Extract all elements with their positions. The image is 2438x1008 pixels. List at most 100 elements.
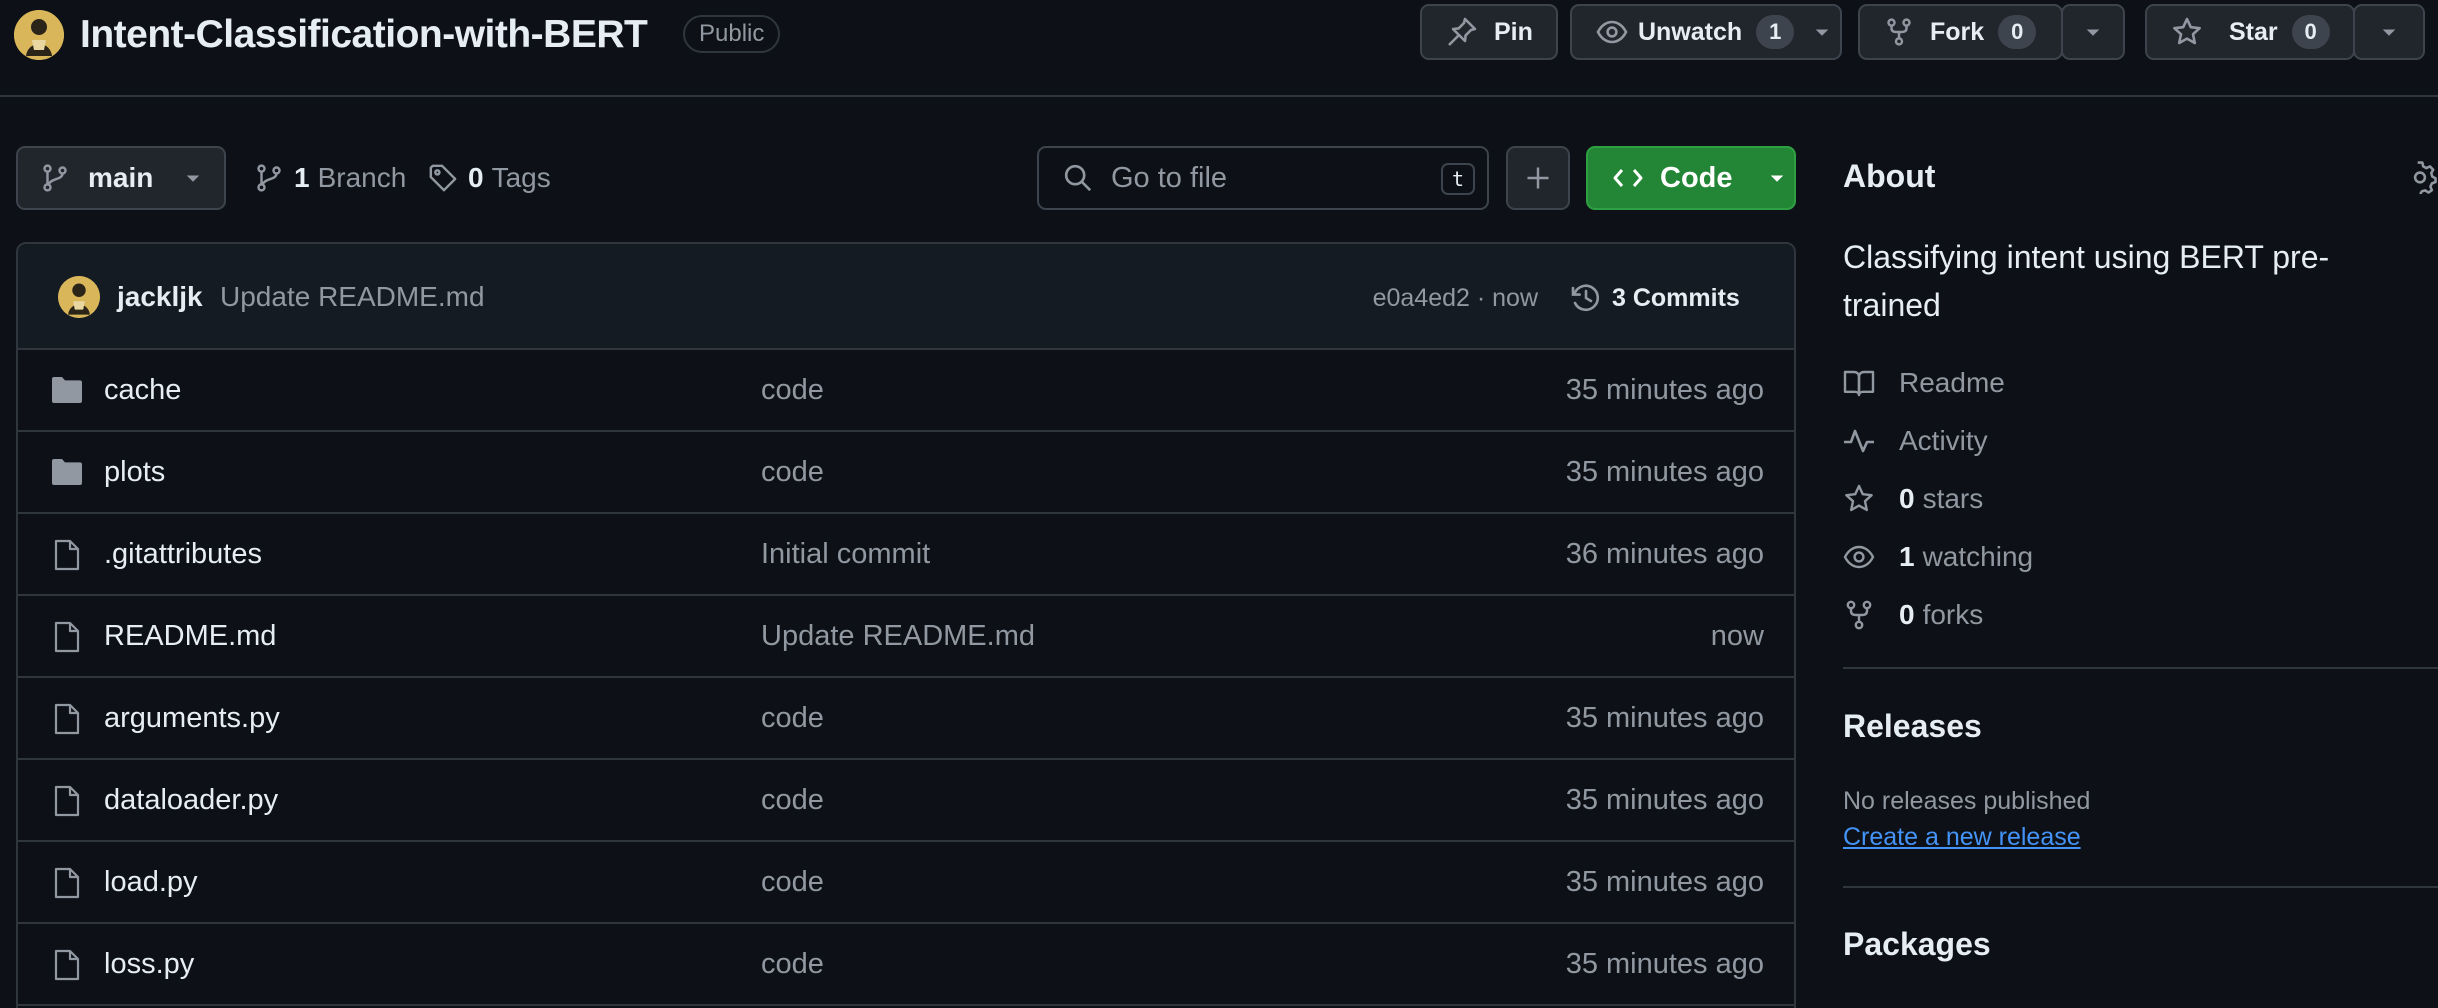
- pin-label: Pin: [1494, 17, 1533, 46]
- code-label: Code: [1660, 161, 1733, 194]
- tag-icon: [428, 163, 458, 193]
- file-name[interactable]: cache: [104, 370, 181, 410]
- add-file-button[interactable]: [1506, 146, 1570, 210]
- code-icon: [1612, 162, 1644, 194]
- star-icon: [2147, 6, 2203, 58]
- code-button[interactable]: Code: [1586, 146, 1796, 210]
- stars-label: stars: [1922, 483, 1984, 514]
- file-row-cache[interactable]: cache code 35 minutes ago: [18, 350, 1794, 432]
- file-row-arguments[interactable]: arguments.py code 35 minutes ago: [18, 678, 1794, 760]
- gear-icon[interactable]: [2403, 160, 2437, 194]
- commit-author[interactable]: jackljk: [117, 278, 203, 316]
- star-options-button[interactable]: [2353, 4, 2425, 60]
- chevron-down-icon: [2379, 22, 2399, 42]
- file-commit-message[interactable]: Initial commit: [761, 534, 930, 574]
- file-row-load[interactable]: load.py code 35 minutes ago: [18, 842, 1794, 924]
- star-icon: [1843, 483, 1877, 515]
- file-name[interactable]: plots: [104, 452, 165, 492]
- fork-icon: [1843, 599, 1877, 631]
- file-icon: [54, 539, 80, 571]
- file-icon: [54, 785, 80, 817]
- eye-icon: [1843, 541, 1877, 573]
- sidebar-divider: [1843, 667, 2438, 669]
- go-to-file-input[interactable]: Go to file t: [1037, 146, 1489, 210]
- pin-icon: [1422, 6, 1478, 58]
- file-commit-message[interactable]: code: [761, 452, 824, 492]
- chevron-down-icon: [2083, 22, 2103, 42]
- author-avatar[interactable]: [58, 276, 100, 318]
- file-name[interactable]: README.md: [104, 616, 276, 656]
- file-name[interactable]: arguments.py: [104, 698, 280, 738]
- watching-label: watching: [1922, 541, 2034, 572]
- file-row-gitattributes[interactable]: .gitattributes Initial commit 36 minutes…: [18, 514, 1794, 596]
- packages-heading[interactable]: Packages: [1843, 922, 1991, 966]
- folder-icon: [50, 457, 84, 487]
- forks-count: 0: [1899, 599, 1915, 630]
- repo-header: Intent-Classification-with-BERT Public P…: [0, 0, 2438, 97]
- file-updated-time: 35 minutes ago: [1565, 784, 1764, 816]
- file-row-dataloader[interactable]: dataloader.py code 35 minutes ago: [18, 760, 1794, 842]
- branches-link[interactable]: 1 Branch: [254, 155, 406, 201]
- tags-link[interactable]: 0 Tags: [428, 155, 551, 201]
- star-label: Star: [2229, 17, 2278, 46]
- chevron-down-icon: [183, 168, 203, 188]
- keyboard-shortcut-hint: t: [1441, 163, 1475, 195]
- file-name[interactable]: .gitattributes: [104, 534, 262, 574]
- commit-message[interactable]: Update README.md: [220, 278, 485, 316]
- file-row-loss[interactable]: loss.py code 35 minutes ago: [18, 924, 1794, 1006]
- tag-count: 0: [468, 162, 484, 193]
- star-button[interactable]: Star 0: [2145, 4, 2355, 60]
- commits-count: 3 Commits: [1612, 283, 1740, 312]
- commit-hash-time[interactable]: e0a4ed2 · now: [1373, 280, 1538, 316]
- branch-count-label: Branch: [317, 162, 407, 193]
- branch-selector[interactable]: main: [16, 146, 226, 210]
- fork-button-group: Fork 0: [1858, 4, 2063, 60]
- watch-label: Unwatch: [1638, 17, 1743, 46]
- file-updated-time: 35 minutes ago: [1565, 702, 1764, 734]
- plus-icon: [1524, 164, 1552, 192]
- no-releases-text: No releases published: [1843, 787, 2091, 815]
- create-release-link[interactable]: Create a new release: [1843, 820, 2081, 854]
- file-name[interactable]: dataloader.py: [104, 780, 278, 820]
- visibility-badge: Public: [683, 15, 781, 53]
- file-commit-message[interactable]: code: [761, 780, 824, 820]
- branch-count: 1: [294, 162, 310, 193]
- stars-count: 0: [1899, 483, 1915, 514]
- repo-name[interactable]: Intent-Classification-with-BERT: [80, 10, 648, 60]
- activity-link[interactable]: Activity: [1843, 421, 1988, 461]
- file-commit-message[interactable]: code: [761, 862, 824, 902]
- file-icon: [54, 949, 80, 981]
- readme-label: Readme: [1899, 367, 2005, 398]
- forks-link[interactable]: 0 forks: [1843, 595, 1983, 635]
- file-row-readme[interactable]: README.md Update README.md now: [18, 596, 1794, 678]
- about-heading: About: [1843, 158, 1936, 194]
- releases-heading[interactable]: Releases: [1843, 704, 1982, 748]
- fork-button[interactable]: Fork 0: [1860, 6, 2061, 58]
- watching-count: 1: [1899, 541, 1915, 572]
- forks-label: forks: [1922, 599, 1984, 630]
- file-commit-message[interactable]: code: [761, 370, 824, 410]
- file-commit-message[interactable]: Update README.md: [761, 616, 1035, 656]
- file-row-plots[interactable]: plots code 35 minutes ago: [18, 432, 1794, 514]
- file-name[interactable]: loss.py: [104, 944, 194, 984]
- file-updated-time: 35 minutes ago: [1565, 866, 1764, 898]
- watch-button[interactable]: Unwatch 1: [1570, 4, 1842, 60]
- file-updated-time: now: [1710, 620, 1764, 652]
- branch-name: main: [88, 162, 154, 193]
- owner-avatar[interactable]: [14, 10, 64, 60]
- file-commit-message[interactable]: code: [761, 944, 824, 984]
- fork-options-button[interactable]: [2061, 4, 2125, 60]
- branch-icon: [40, 163, 70, 193]
- folder-icon: [50, 375, 84, 405]
- file-updated-time: 35 minutes ago: [1565, 456, 1764, 488]
- fork-icon: [1884, 17, 1914, 47]
- stars-link[interactable]: 0 stars: [1843, 479, 1983, 519]
- pin-button[interactable]: Pin: [1420, 4, 1558, 60]
- readme-link[interactable]: Readme: [1843, 363, 2005, 403]
- commits-history-link[interactable]: 3 Commits: [1570, 278, 1740, 318]
- book-icon: [1843, 367, 1877, 399]
- file-name[interactable]: load.py: [104, 862, 198, 902]
- branch-icon: [254, 163, 284, 193]
- watching-link[interactable]: 1 watching: [1843, 537, 2033, 577]
- file-commit-message[interactable]: code: [761, 698, 824, 738]
